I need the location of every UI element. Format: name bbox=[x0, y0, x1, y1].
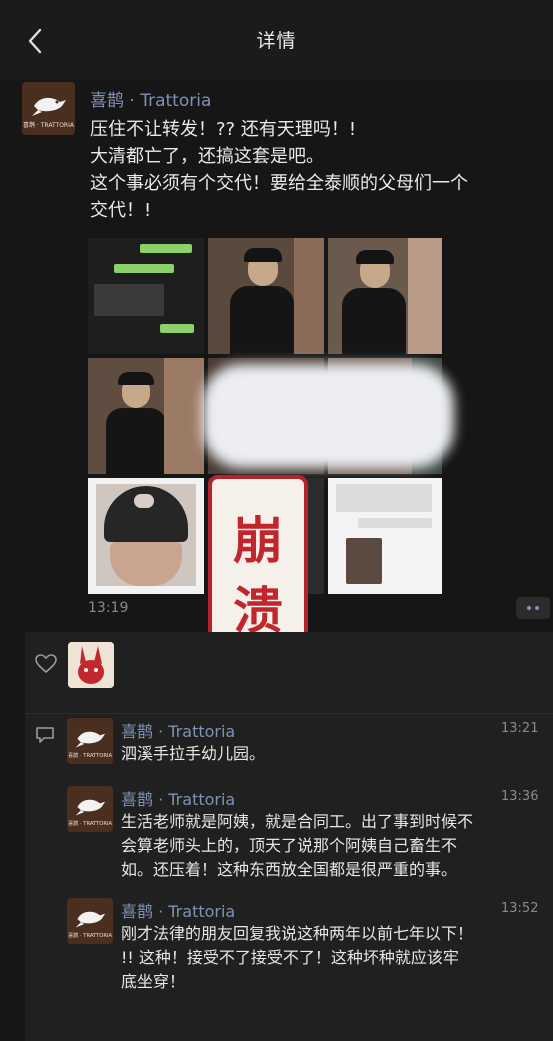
svg-text:喜鹊 · TRATTORIA: 喜鹊 · TRATTORIA bbox=[68, 751, 112, 759]
comment-time: 13:52 bbox=[501, 901, 539, 916]
comment-author[interactable]: 喜鹊 · Trattoria bbox=[121, 718, 235, 742]
likes-section bbox=[25, 632, 553, 714]
privacy-blur-overlay bbox=[202, 364, 454, 468]
comment-text: 刚才法律的朋友回复我说这种两年以前七年以下！ !! 这种！接受不了接受不了！这种… bbox=[121, 924, 474, 991]
photo-person-3[interactable] bbox=[88, 358, 204, 474]
heart-outline-icon bbox=[35, 654, 57, 674]
comment-text: 生活老师就是阿姨，就是合同工。出了事到时候不 会算老师头上的，顶天了说那个阿姨自… bbox=[121, 812, 474, 879]
post-author-name[interactable]: 喜鹊 · Trattoria bbox=[90, 86, 211, 111]
top-nav-bar: 详情 bbox=[0, 0, 553, 80]
post-text: 压住不让转发！?? 还有天理吗！! 大清都亡了，还搞这套是吧。 这个事必须有个交… bbox=[90, 119, 468, 221]
post-author-avatar[interactable]: 喜鹊 · TRATTORIA bbox=[22, 82, 75, 135]
photo-person-1[interactable] bbox=[208, 238, 324, 354]
photo-chat-screenshot[interactable] bbox=[88, 238, 204, 354]
liker-avatar[interactable] bbox=[68, 642, 114, 688]
magpie-logo-icon: 喜鹊 · TRATTORIA bbox=[67, 898, 113, 944]
magpie-logo-icon: 喜鹊 · TRATTORIA bbox=[22, 82, 75, 135]
comment-avatar[interactable]: 喜鹊 · TRATTORIA bbox=[67, 898, 113, 944]
comment-time: 13:36 bbox=[501, 789, 539, 804]
svg-text:喜鹊 · TRATTORIA: 喜鹊 · TRATTORIA bbox=[23, 121, 75, 129]
svg-text:喜鹊 · TRATTORIA: 喜鹊 · TRATTORIA bbox=[68, 931, 112, 939]
comment-avatar[interactable]: 喜鹊 · TRATTORIA bbox=[67, 786, 113, 832]
more-dots-icon bbox=[527, 606, 531, 610]
comment-text: 泗溪手拉手幼儿园。 bbox=[121, 744, 266, 763]
svg-text:喜鹊 · TRATTORIA: 喜鹊 · TRATTORIA bbox=[68, 819, 112, 827]
post-time: 13:19 bbox=[88, 600, 129, 616]
page-title: 详情 bbox=[256, 30, 297, 52]
collapse-sticker: 崩 溃 bbox=[208, 475, 308, 653]
comment-time: 13:21 bbox=[501, 721, 539, 736]
more-button[interactable] bbox=[516, 597, 550, 619]
photo-person-2[interactable] bbox=[328, 238, 442, 354]
comment-avatar[interactable]: 喜鹊 · TRATTORIA bbox=[67, 718, 113, 764]
photo-child-head[interactable] bbox=[88, 478, 204, 594]
comments-section: 喜鹊 · TRATTORIA 喜鹊 · Trattoria 13:21 泗溪手拉… bbox=[25, 714, 553, 1041]
comment-bubble-icon bbox=[36, 727, 54, 743]
magpie-logo-icon: 喜鹊 · TRATTORIA bbox=[67, 718, 113, 764]
comment-author[interactable]: 喜鹊 · Trattoria bbox=[121, 898, 235, 922]
rabbit-avatar-icon bbox=[68, 642, 114, 688]
comment-author[interactable]: 喜鹊 · Trattoria bbox=[121, 786, 235, 810]
magpie-logo-icon: 喜鹊 · TRATTORIA bbox=[67, 786, 113, 832]
photo-chat-screenshot-2[interactable] bbox=[328, 478, 442, 594]
